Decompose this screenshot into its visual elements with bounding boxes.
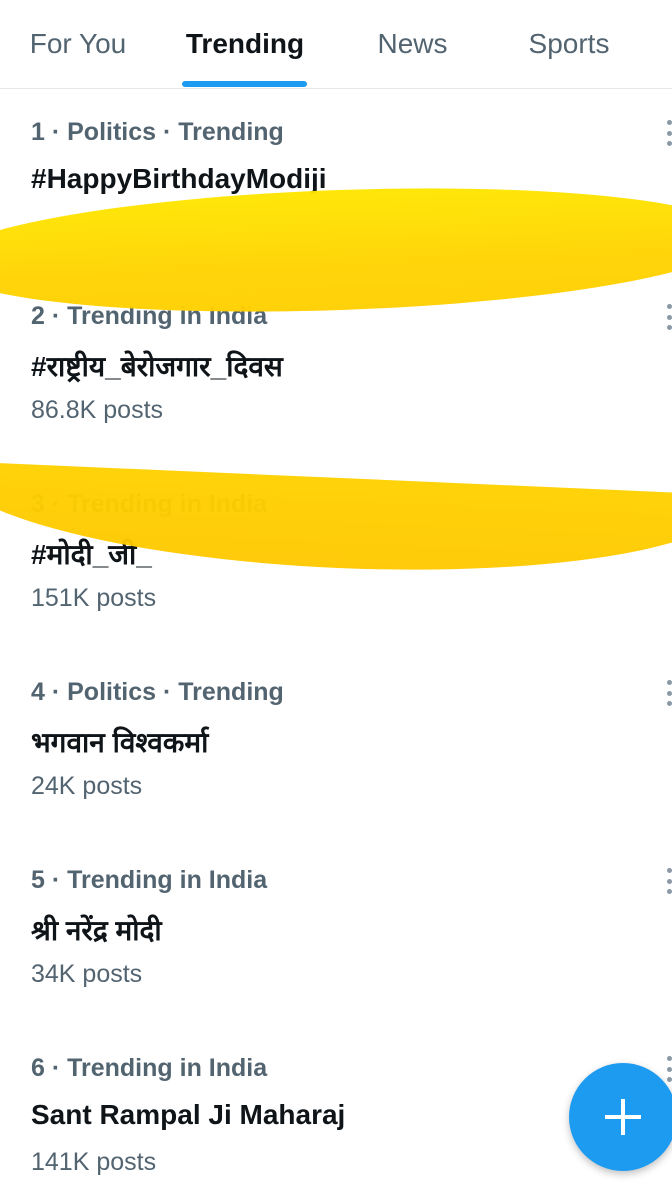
trend-item-5[interactable]: 5 · Trending in India श्री नरेंद्र मोदी … — [0, 866, 672, 1006]
compose-button[interactable] — [569, 1063, 672, 1171]
trend-item-3[interactable]: 3 · Trending in India #मोदी_जी_ 151K pos… — [0, 490, 672, 630]
trend-name: श्री नरेंद्र मोदी — [31, 915, 162, 946]
more-vertical-icon[interactable] — [662, 120, 672, 146]
more-vertical-icon[interactable] — [662, 680, 672, 706]
trend-name: Sant Rampal Ji Maharaj — [31, 1099, 346, 1130]
more-vertical-icon[interactable] — [662, 304, 672, 330]
trend-meta: 1 · Politics · Trending — [31, 118, 284, 146]
trend-post-count: 86.8K posts — [31, 396, 164, 424]
trend-meta: 3 · Trending in India — [31, 490, 268, 518]
more-vertical-icon[interactable] — [662, 868, 672, 894]
tab-for-you[interactable]: For You — [14, 0, 142, 88]
trend-name: #राष्ट्रीय_बेरोजगार_दिवस — [31, 351, 283, 382]
trend-post-count: 34K posts — [31, 960, 143, 988]
trend-name: भगवान विश्वकर्मा — [31, 727, 209, 758]
trend-meta: 6 · Trending in India — [31, 1054, 268, 1082]
trend-item-2[interactable]: 2 · Trending in India #राष्ट्रीय_बेरोजगा… — [0, 302, 672, 442]
trend-item-4[interactable]: 4 · Politics · Trending भगवान विश्वकर्मा… — [0, 678, 672, 818]
plus-icon — [605, 1099, 641, 1135]
active-tab-indicator — [182, 81, 307, 87]
trend-post-count: 141K posts — [31, 1148, 157, 1176]
trend-name: #HappyBirthdayModiji — [31, 163, 327, 194]
tab-sports[interactable]: Sports — [510, 0, 628, 88]
more-vertical-icon[interactable] — [662, 1056, 672, 1082]
tab-trending[interactable]: Trending — [170, 0, 320, 88]
trend-post-count: 24K posts — [31, 772, 143, 800]
trend-item-1[interactable]: 1 · Politics · Trending #HappyBirthdayMo… — [0, 118, 672, 198]
tab-bar: For You Trending News Sports — [0, 0, 672, 89]
trend-post-count: 151K posts — [31, 584, 157, 612]
trend-meta: 2 · Trending in India — [31, 302, 268, 330]
trend-meta: 5 · Trending in India — [31, 866, 268, 894]
trend-name: #मोदी_जी_ — [31, 539, 152, 570]
tab-news[interactable]: News — [360, 0, 465, 88]
trend-meta: 4 · Politics · Trending — [31, 678, 284, 706]
